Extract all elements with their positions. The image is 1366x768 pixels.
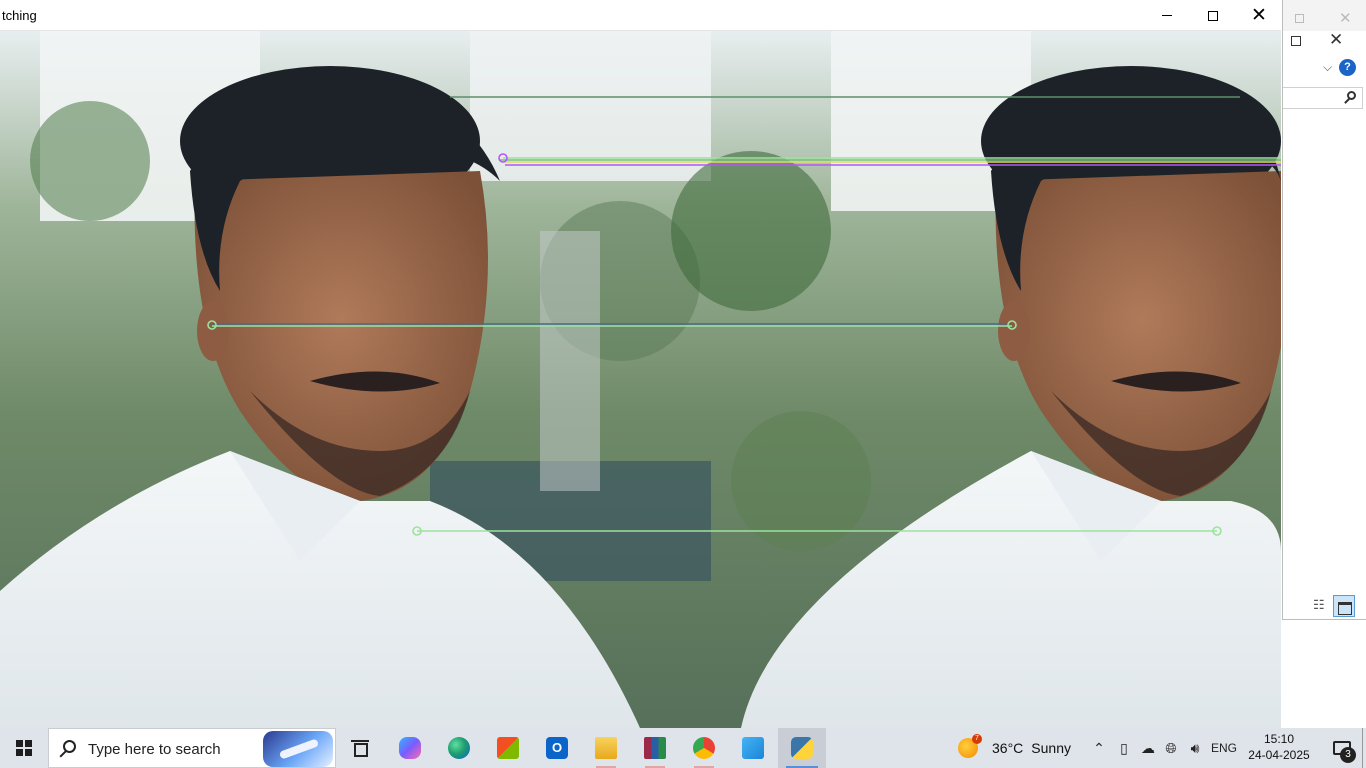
microsoft-store-button[interactable] (484, 728, 532, 768)
weather-temperature: 36°C (992, 740, 1024, 756)
network-icon[interactable]: 🌐︎ (1159, 728, 1183, 768)
notifications-button[interactable]: 3 (1318, 728, 1366, 768)
edge-button[interactable] (435, 728, 483, 768)
match-image-canvas[interactable] (0, 31, 1281, 728)
meet-now-icon[interactable]: ▯ (1112, 728, 1136, 768)
photos-button[interactable] (729, 728, 777, 768)
window-titlebar: tching ✕ (0, 0, 1281, 31)
taskbar-search-box[interactable]: Type here to search (48, 728, 336, 768)
python-button[interactable] (778, 728, 826, 768)
start-button[interactable] (0, 728, 48, 768)
winrar-icon (644, 737, 666, 759)
maximize-button[interactable] (1190, 0, 1236, 31)
sun-icon: 7 (958, 734, 982, 758)
copilot-button[interactable] (386, 728, 434, 768)
clock-date: 24-04-2025 (1248, 748, 1310, 762)
large-icons-view-icon[interactable] (1333, 595, 1355, 617)
chrome-icon (693, 737, 715, 759)
chevron-down-icon[interactable]: ⌵ (1323, 60, 1332, 75)
left-photo (0, 31, 711, 728)
task-view-icon (351, 740, 369, 757)
language-indicator[interactable]: ENG (1208, 728, 1240, 768)
right-photo (671, 31, 1281, 728)
winrar-button[interactable] (631, 728, 679, 768)
search-placeholder: Type here to search (88, 741, 221, 758)
photos-icon (742, 737, 764, 759)
windows-logo-icon (16, 740, 32, 756)
clock[interactable]: 15:10 24-04-2025 (1248, 731, 1310, 763)
file-explorer-button[interactable] (582, 728, 630, 768)
close-button[interactable]: ✕ (1236, 0, 1282, 31)
edge-icon (448, 737, 470, 759)
show-hidden-icons-button[interactable]: ⌃ (1088, 728, 1110, 768)
outlook-button[interactable]: O (533, 728, 581, 768)
match-image (0, 31, 1281, 728)
show-desktop-button[interactable] (1362, 728, 1366, 768)
taskbar: Type here to search O 7 36°C Sunny ⌃ ▯ ☁… (0, 728, 1366, 768)
weather-widget[interactable]: 7 36°C Sunny (958, 728, 1071, 768)
onedrive-icon[interactable]: ☁ (1136, 728, 1160, 768)
background-explorer-window[interactable]: ✕ ✕ ⌵ ? ☷ (1282, 0, 1366, 620)
notification-count: 3 (1340, 747, 1356, 763)
details-view-icon[interactable]: ☷ (1313, 597, 1331, 615)
search-icon (1347, 91, 1356, 100)
maximize-icon (1208, 10, 1218, 21)
close-icon[interactable]: ✕ (1329, 30, 1343, 50)
close-icon: ✕ (1251, 5, 1267, 26)
folder-icon (595, 737, 617, 759)
store-icon (497, 737, 519, 759)
search-icon (63, 740, 76, 753)
ghost-close-icon: ✕ (1339, 10, 1352, 27)
minimize-icon (1162, 15, 1172, 16)
volume-icon[interactable]: 🔊︎ (1183, 728, 1207, 768)
python-icon (791, 737, 813, 759)
copilot-icon (399, 737, 421, 759)
minimize-button[interactable] (1144, 0, 1190, 31)
explorer-search-box[interactable] (1283, 87, 1363, 109)
task-view-button[interactable] (336, 728, 384, 768)
window-title: tching (2, 8, 37, 23)
feature-matching-window: tching ✕ (0, 0, 1281, 728)
clock-time: 15:10 (1263, 732, 1295, 746)
weather-badge: 7 (972, 734, 982, 744)
outlook-icon: O (546, 737, 568, 759)
ghost-restore-icon (1295, 14, 1304, 23)
chrome-button[interactable] (680, 728, 728, 768)
chevron-up-icon: ⌃ (1093, 739, 1105, 756)
restore-icon[interactable] (1291, 36, 1301, 46)
help-icon[interactable]: ? (1339, 59, 1356, 76)
search-highlight-art[interactable] (263, 731, 333, 767)
weather-condition: Sunny (1031, 740, 1071, 756)
